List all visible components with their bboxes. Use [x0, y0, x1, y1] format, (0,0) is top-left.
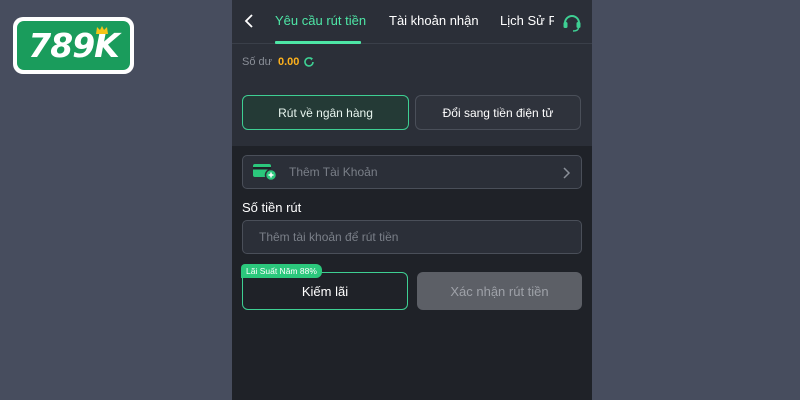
- interest-rate-badge: Lãi Suất Năm 88%: [241, 264, 322, 278]
- balance-value: 0.00: [278, 56, 300, 68]
- amount-label: Số tiền rút: [242, 200, 302, 215]
- balance-row: Số dư 0.00: [242, 56, 315, 68]
- earn-interest-label: Kiếm lãi: [301, 283, 349, 299]
- crown-icon: [96, 26, 108, 34]
- chevron-right-icon: [563, 167, 571, 179]
- amount-input[interactable]: [242, 220, 582, 254]
- refresh-icon[interactable]: [303, 56, 315, 68]
- add-account-selector[interactable]: Thêm Tài Khoản: [242, 155, 582, 189]
- add-card-icon: [253, 164, 277, 181]
- add-account-label: Thêm Tài Khoản: [289, 165, 378, 179]
- confirm-withdraw-label: Xác nhận rút tiền: [450, 283, 549, 299]
- tab-withdraw-request[interactable]: Yêu cầu rút tiền: [275, 13, 366, 28]
- header-area: Yêu cầu rút tiền Tài khoản nhận Lịch Sử …: [232, 0, 592, 146]
- withdraw-to-bank-button[interactable]: Rút về ngân hàng: [242, 95, 409, 130]
- brand-logo-badge: 789K: [17, 21, 130, 70]
- tab-history[interactable]: Lịch Sử R: [500, 13, 554, 28]
- active-tab-indicator: [275, 41, 361, 44]
- tab-bar: Yêu cầu rút tiền Tài khoản nhận Lịch Sử …: [232, 0, 592, 44]
- confirm-withdraw-button[interactable]: Xác nhận rút tiền: [417, 272, 582, 310]
- tab-receiving-account[interactable]: Tài khoản nhận: [389, 13, 479, 28]
- convert-to-ewallet-button[interactable]: Đổi sang tiền điện tử: [415, 95, 581, 130]
- balance-label: Số dư: [242, 56, 272, 68]
- chevron-left-icon: [244, 14, 253, 28]
- back-button[interactable]: [240, 10, 258, 32]
- headset-icon[interactable]: [561, 11, 583, 33]
- withdraw-panel: Yêu cầu rút tiền Tài khoản nhận Lịch Sử …: [232, 0, 592, 400]
- brand-logo: 789K: [13, 17, 134, 74]
